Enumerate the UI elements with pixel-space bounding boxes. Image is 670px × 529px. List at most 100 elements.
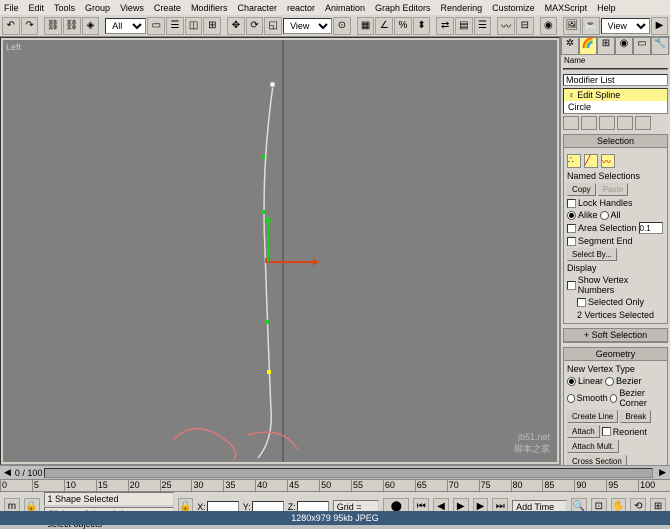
show-end-icon[interactable] — [581, 116, 597, 130]
rollout-geometry: Geometry New Vertex Type Linear Bezier S… — [563, 347, 668, 465]
show-vn-check[interactable] — [567, 281, 576, 290]
image-info-bar: 1280x979 95kb JPEG — [0, 511, 670, 525]
modifier-stack[interactable]: ♀ Edit Spline Circle — [563, 88, 668, 114]
render-preset[interactable]: View — [601, 18, 650, 34]
vertex-subobj-icon[interactable]: ∴ — [567, 154, 581, 168]
curve-editor-icon[interactable]: 〰 — [497, 17, 515, 35]
undo-icon[interactable]: ↶ — [2, 17, 20, 35]
select-name-icon[interactable]: ☰ — [166, 17, 184, 35]
material-icon[interactable]: ◉ — [540, 17, 558, 35]
bind-icon[interactable]: ◈ — [82, 17, 100, 35]
alike-radio[interactable] — [567, 211, 576, 220]
attach-button[interactable]: Attach — [567, 425, 600, 438]
menu-file[interactable]: File — [4, 3, 19, 13]
align-icon[interactable]: ▤ — [455, 17, 473, 35]
stack-circle[interactable]: Circle — [564, 101, 667, 113]
render-icon[interactable]: ▶ — [651, 17, 669, 35]
object-name-field[interactable] — [563, 68, 668, 70]
modifier-list-dropdown[interactable]: Modifier List — [563, 74, 668, 86]
area-sel-value[interactable] — [639, 222, 663, 234]
menu-help[interactable]: Help — [597, 3, 616, 13]
unique-icon[interactable] — [599, 116, 615, 130]
gizmo-x-axis[interactable] — [269, 261, 315, 263]
unlink-icon[interactable]: ⛓ — [63, 17, 81, 35]
menu-group[interactable]: Group — [85, 3, 110, 13]
link-icon[interactable]: ⛓ — [44, 17, 62, 35]
psnap-icon[interactable]: % — [394, 17, 412, 35]
reorient-check[interactable] — [602, 427, 611, 436]
menu-views[interactable]: Views — [120, 3, 144, 13]
area-sel-check[interactable] — [567, 224, 576, 233]
watermark: jb51.net脚本之家 — [514, 432, 550, 455]
menu-bar: File Edit Tools Group Views Create Modifiers Ch… — [0, 0, 670, 15]
cross-section-button[interactable]: Cross Section — [567, 455, 627, 465]
frame-indicator: 0 / 100 — [15, 468, 43, 478]
menu-edit[interactable]: Edit — [29, 3, 45, 13]
select-rect-icon[interactable]: ◫ — [185, 17, 203, 35]
pivot-icon[interactable]: ⊙ — [333, 17, 351, 35]
viewport-left[interactable]: Left — [3, 40, 557, 462]
stack-edit-spline[interactable]: ♀ Edit Spline — [564, 89, 667, 101]
select-icon[interactable]: ▭ — [147, 17, 165, 35]
menu-character[interactable]: Character — [237, 3, 277, 13]
panel-tabs: ✲ 🌈 ⊞ ◉ ▭ 🔧 — [561, 37, 670, 55]
track-ruler[interactable]: 0510152025303540455055606570758085909510… — [0, 479, 670, 491]
menu-rendering[interactable]: Rendering — [441, 3, 483, 13]
select-by-button[interactable]: Select By... — [567, 248, 617, 261]
snap-icon[interactable]: ▦ — [357, 17, 375, 35]
create-line-button[interactable]: Create Line — [567, 410, 618, 423]
command-panel: ✲ 🌈 ⊞ ◉ ▭ 🔧 Name Modifier List ♀ Edit Sp… — [560, 37, 670, 465]
spinner-icon[interactable]: ⬍ — [413, 17, 431, 35]
menu-customize[interactable]: Customize — [492, 3, 535, 13]
bezier-radio[interactable] — [605, 377, 614, 386]
tab-modify[interactable]: 🌈 — [579, 37, 597, 55]
break-button[interactable]: Break — [620, 410, 651, 423]
menu-reactor[interactable]: reactor — [287, 3, 315, 13]
gizmo-y-axis[interactable] — [267, 220, 269, 262]
tab-motion[interactable]: ◉ — [615, 37, 633, 55]
seg-end-check[interactable] — [567, 237, 576, 246]
schematic-icon[interactable]: ⊟ — [516, 17, 534, 35]
slider-track[interactable] — [44, 468, 653, 478]
scale-icon[interactable]: ◱ — [264, 17, 282, 35]
menu-modifiers[interactable]: Modifiers — [191, 3, 228, 13]
time-slider[interactable]: ◀ 0 / 100 ▶ — [0, 465, 670, 479]
redo-icon[interactable]: ↷ — [21, 17, 39, 35]
copy-button[interactable]: Copy — [567, 183, 596, 196]
pin-stack-icon[interactable] — [563, 116, 579, 130]
smooth-radio[interactable] — [567, 394, 575, 403]
rotate-icon[interactable]: ⟳ — [246, 17, 264, 35]
tab-display[interactable]: ▭ — [633, 37, 651, 55]
mirror-icon[interactable]: ⇄ — [436, 17, 454, 35]
lock-handles-check[interactable] — [567, 199, 576, 208]
quick-render-icon[interactable]: ☕ — [582, 17, 600, 35]
menu-create[interactable]: Create — [154, 3, 181, 13]
attach-mult-button[interactable]: Attach Mult. — [567, 440, 619, 453]
render-scene-icon[interactable]: 🖼 — [563, 17, 581, 35]
sel-only-check[interactable] — [577, 298, 586, 307]
spline-subobj-icon[interactable]: 〰 — [601, 154, 615, 168]
layers-icon[interactable]: ☰ — [474, 17, 492, 35]
tab-utilities[interactable]: 🔧 — [651, 37, 669, 55]
selection-filter[interactable]: All — [105, 18, 146, 34]
geometry-header[interactable]: Geometry — [564, 348, 667, 361]
segment-subobj-icon[interactable]: ╱ — [584, 154, 598, 168]
remove-mod-icon[interactable] — [617, 116, 633, 130]
config-icon[interactable] — [635, 116, 651, 130]
menu-tools[interactable]: Tools — [54, 3, 75, 13]
menu-maxscript[interactable]: MAXScript — [545, 3, 588, 13]
all-radio[interactable] — [600, 211, 609, 220]
ref-coord-dropdown[interactable]: View — [283, 18, 332, 34]
selection-header[interactable]: Selection — [564, 135, 667, 148]
tab-create[interactable]: ✲ — [561, 37, 579, 55]
bcorner-radio[interactable] — [610, 394, 618, 403]
soft-sel-header[interactable]: + Soft Selection — [564, 329, 667, 342]
linear-radio[interactable] — [567, 377, 576, 386]
menu-animation[interactable]: Animation — [325, 3, 365, 13]
asnap-icon[interactable]: ∠ — [375, 17, 393, 35]
menu-graph editors[interactable]: Graph Editors — [375, 3, 431, 13]
stack-buttons — [563, 116, 668, 130]
move-icon[interactable]: ✥ — [227, 17, 245, 35]
window-cross-icon[interactable]: ⊞ — [203, 17, 221, 35]
tab-hierarchy[interactable]: ⊞ — [597, 37, 615, 55]
